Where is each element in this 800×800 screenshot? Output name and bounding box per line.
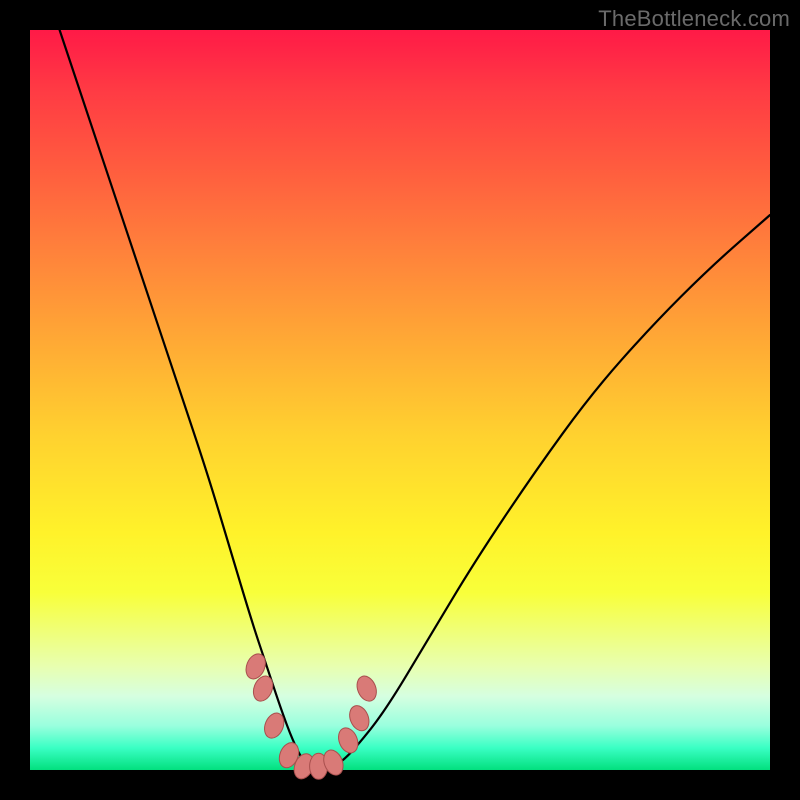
watermark-text: TheBottleneck.com [598, 6, 790, 32]
plot-area [30, 30, 770, 770]
chart-svg [30, 30, 770, 770]
bottleneck-curve [60, 30, 770, 770]
highlighted-points [242, 651, 379, 782]
chart-frame: TheBottleneck.com [0, 0, 800, 800]
data-marker [353, 673, 379, 704]
